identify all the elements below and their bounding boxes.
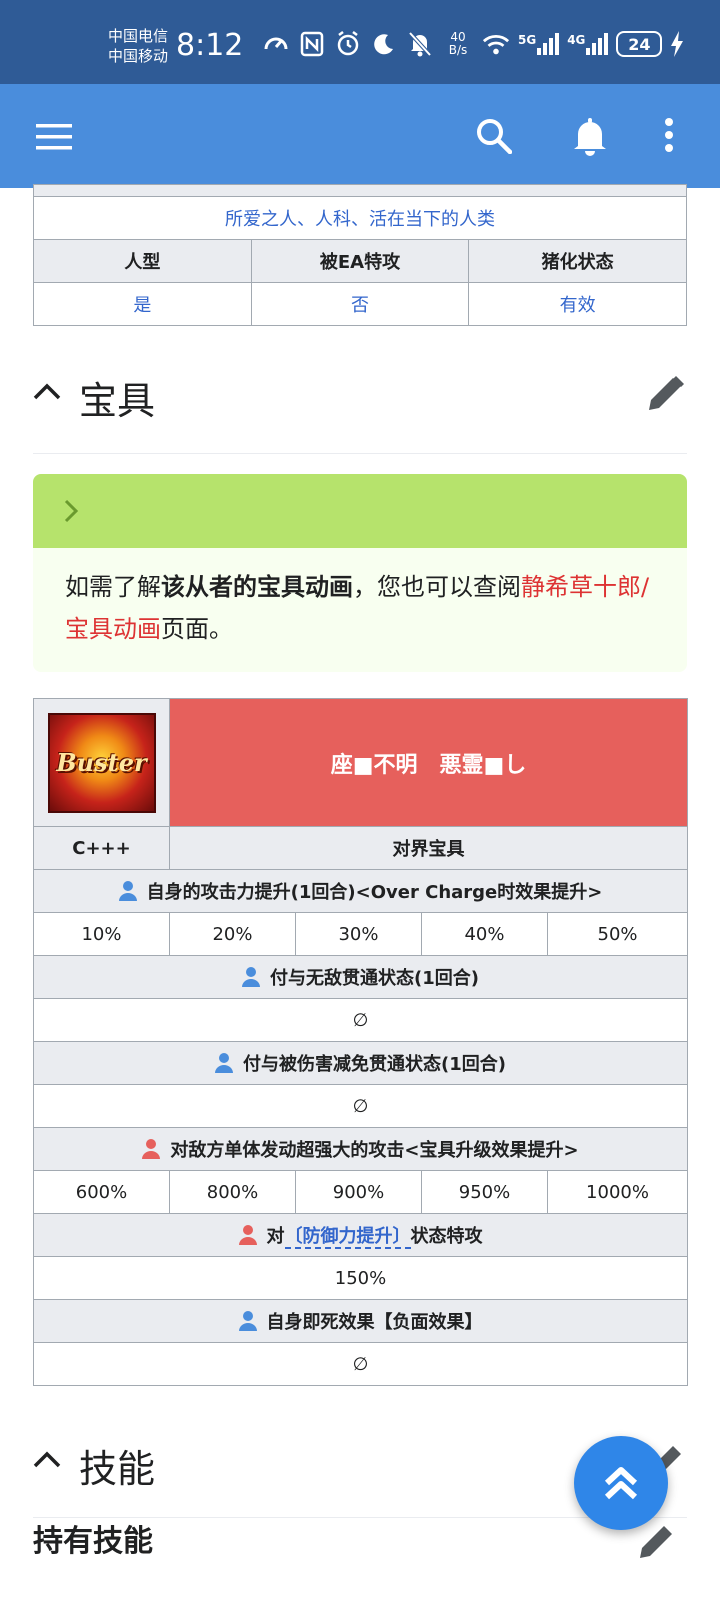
alarm-icon (334, 30, 362, 58)
traits-header-humanoid: 人型 (33, 239, 252, 283)
section-title-skills: 技能 (79, 1447, 156, 1491)
np-effect-1-value: 20% (169, 912, 296, 956)
edit-pencil-icon[interactable] (638, 1522, 676, 1564)
np-table: Buster 座■不明 悪霊■し C+++ 对界宝具 自身的攻击力提升(1回合)… (32, 698, 689, 1386)
battery-indicator: 24 (616, 31, 663, 57)
notice-bold: 该从者的宝具动画 (161, 573, 353, 601)
notice-text-2: ，您也可以查阅 (353, 573, 521, 601)
buster-card-icon: Buster (47, 712, 156, 813)
app-toolbar (0, 84, 720, 188)
np-effect-1-title: 自身的攻击力提升(1回合)<Over Charge时效果提升> (146, 882, 603, 903)
traits-cell: 有效 (468, 282, 687, 326)
signal-bars-icon (537, 33, 560, 55)
network-speed-unit: B/s (448, 43, 468, 57)
np-effect-4-value: 600% (33, 1170, 170, 1214)
signal-5g: 5G (518, 33, 560, 55)
traits-cell: 否 (250, 282, 470, 326)
traits-header-pig: 猪化状态 (468, 239, 687, 283)
traits-value-ea[interactable]: 否 (351, 295, 369, 316)
carrier-2: 中国移动 (108, 47, 169, 65)
table-row (33, 184, 687, 197)
np-effect-title: 付与被伤害减免贯通状态(1回合) (32, 1041, 689, 1085)
traits-header-ea: 被EA特攻 (250, 239, 470, 283)
wifi-icon (482, 30, 510, 58)
carrier-1: 中国电信 (108, 27, 169, 45)
enemy-person-icon (238, 1225, 257, 1245)
ally-person-icon (215, 1053, 234, 1073)
np-effect-title: 自身即死效果【负面效果】 (32, 1299, 689, 1343)
scroll-to-top-button[interactable] (574, 1436, 668, 1530)
double-chevron-up-icon (604, 1467, 638, 1500)
np-effect-4-value: 950% (421, 1170, 548, 1214)
bell-icon[interactable] (572, 116, 608, 160)
signal-4g: 4G (567, 33, 609, 55)
subheading-held-skills: 持有技能 (33, 1524, 153, 1559)
bell-off-icon (406, 30, 434, 58)
np-effect-4-title: 对敌方单体发动超强大的攻击<宝具升级效果提升> (170, 1140, 579, 1161)
np-effect-2-value: ∅ (32, 998, 689, 1042)
traits-cell: 是 (33, 282, 252, 326)
np-effect-5-title-pre: 对 (266, 1226, 285, 1247)
np-effect-4-value: 1000% (546, 1170, 689, 1214)
moon-icon (370, 30, 398, 58)
np-effect-title: 对〔防御力提升〕状态特攻 (32, 1213, 689, 1257)
speedometer-icon (262, 30, 290, 58)
nfc-icon (298, 30, 326, 58)
carrier-labels: 中国电信 中国移动 (108, 26, 168, 66)
traits-value-humanoid[interactable]: 是 (133, 295, 151, 316)
np-effect-5-title-post: 状态特攻 (410, 1226, 483, 1247)
status-bar: 中国电信 中国移动 8:12 40 B/s 5G 4G 24 (0, 0, 720, 84)
np-effect-2-title: 付与无敌贯通状态(1回合) (270, 968, 479, 989)
np-type: 对界宝具 (168, 826, 689, 870)
signal-bars-icon (586, 33, 609, 55)
np-effect-6-title: 自身即死效果【负面效果】 (266, 1312, 483, 1333)
np-effect-1-value: 50% (546, 912, 689, 956)
np-effect-1-value: 30% (295, 912, 422, 956)
ally-person-icon (118, 881, 137, 901)
article-content: 所爱之人、人科、活在当下的人类 人型 被EA特攻 猪化状态 是 否 有效 宝具 … (0, 184, 720, 1518)
notice-header[interactable] (33, 474, 687, 548)
np-effect-title: 对敌方单体发动超强大的攻击<宝具升级效果提升> (32, 1127, 689, 1171)
notice-text-3: 页面。 (161, 615, 233, 643)
traits-value: 所爱之人、人科、活在当下的人类 (33, 196, 687, 240)
section-title-np: 宝具 (79, 379, 156, 423)
signal-5g-label: 5G (518, 33, 537, 47)
edit-pencil-icon[interactable] (647, 374, 685, 416)
clock: 8:12 (176, 28, 244, 63)
more-vert-icon[interactable] (664, 118, 674, 156)
np-effect-6-value: ∅ (32, 1342, 689, 1386)
np-rank: C+++ (33, 826, 170, 870)
defense-up-buff-link[interactable]: 〔防御力提升〕 (284, 1226, 411, 1249)
np-effect-1-value: 10% (33, 912, 170, 956)
chevron-up-icon[interactable] (33, 1450, 61, 1472)
traits-value-pig[interactable]: 有效 (560, 295, 596, 316)
traits-link[interactable]: 所爱之人、人科、活在当下的人类 (225, 209, 495, 230)
np-effect-4-value: 900% (295, 1170, 422, 1214)
network-speed: 40 B/s (442, 31, 474, 57)
enemy-person-icon (142, 1139, 161, 1159)
ally-person-icon (238, 1311, 257, 1331)
np-effect-4-value: 800% (169, 1170, 296, 1214)
np-name: 座■不明 悪霊■し (168, 698, 689, 827)
np-effect-5-value: 150% (32, 1256, 689, 1300)
notice-box: 如需了解该从者的宝具动画，您也可以查阅静希草十郎/宝具动画页面。 (33, 474, 687, 672)
status-icons: 40 B/s 5G 4G 24 (262, 30, 684, 58)
charging-icon (670, 30, 684, 58)
search-icon[interactable] (476, 118, 513, 158)
np-effect-3-value: ∅ (32, 1084, 689, 1128)
np-effect-title: 自身的攻击力提升(1回合)<Over Charge时效果提升> (32, 869, 689, 913)
chevron-right-icon[interactable] (63, 498, 79, 531)
menu-icon[interactable] (36, 124, 72, 154)
ally-person-icon (242, 967, 261, 987)
np-effect-1-value: 40% (421, 912, 548, 956)
np-effect-3-title: 付与被伤害减免贯通状态(1回合) (243, 1054, 506, 1075)
notice-text-1: 如需了解 (65, 573, 161, 601)
np-effect-title: 付与无敌贯通状态(1回合) (32, 955, 689, 999)
section-header-np[interactable]: 宝具 (33, 326, 687, 454)
signal-4g-label: 4G (567, 33, 586, 47)
notice-text: 如需了解该从者的宝具动画，您也可以查阅静希草十郎/宝具动画页面。 (33, 548, 687, 672)
chevron-up-icon[interactable] (33, 382, 61, 404)
traits-table: 所爱之人、人科、活在当下的人类 人型 被EA特攻 猪化状态 是 否 有效 (33, 184, 687, 326)
np-card-cell: Buster (33, 698, 170, 827)
